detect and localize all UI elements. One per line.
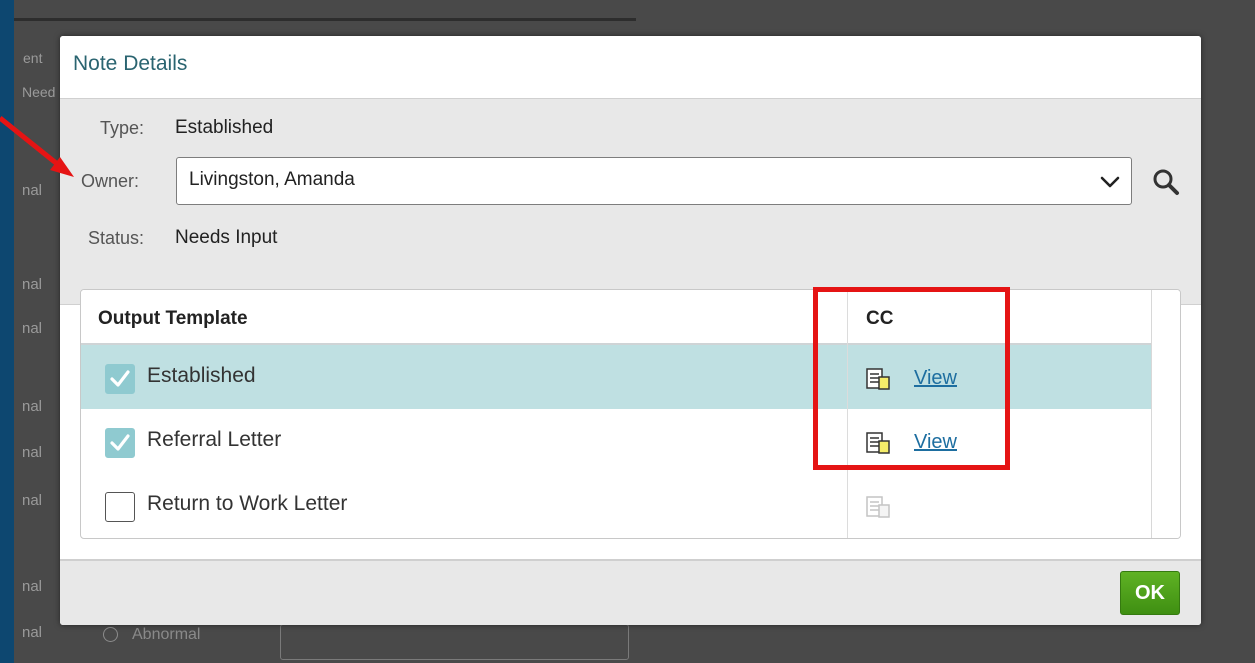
chevron-down-icon[interactable] xyxy=(1099,171,1121,193)
row-checkbox[interactable] xyxy=(105,492,135,522)
background-text: nal xyxy=(22,444,43,461)
background-divider xyxy=(14,18,636,21)
annotation-arrow-icon xyxy=(0,116,74,177)
background-text: nal xyxy=(22,320,43,337)
note-details-dialog: Note Details Type: Established Owner: Li… xyxy=(60,36,1201,625)
dialog-header: Note Details xyxy=(60,36,1201,99)
background-text: nal xyxy=(22,578,43,595)
status-value: Needs Input xyxy=(175,227,278,248)
row-checkbox[interactable] xyxy=(105,364,135,394)
ok-button[interactable]: OK xyxy=(1120,571,1180,615)
row-checkbox[interactable] xyxy=(105,428,135,458)
note-info-panel: Type: Established Owner: Livingston, Ama… xyxy=(60,99,1201,305)
background-text: nal xyxy=(22,624,43,641)
row-label: Referral Letter xyxy=(147,428,282,451)
background-input xyxy=(280,624,629,660)
row-label: Established xyxy=(147,364,256,387)
background-text: nal xyxy=(22,492,43,509)
grid-scrollbar[interactable] xyxy=(1151,290,1180,538)
background-text: nal xyxy=(22,398,43,415)
search-icon[interactable] xyxy=(1152,168,1180,196)
background-text: nal xyxy=(22,276,43,293)
type-value: Established xyxy=(175,117,274,138)
checkmark-icon xyxy=(110,434,130,451)
abnormal-radio-label: Abnormal xyxy=(132,626,201,643)
abnormal-radio xyxy=(103,627,118,642)
dialog-footer: OK xyxy=(60,559,1201,625)
checkmark-icon xyxy=(110,370,130,387)
annotation-highlight-box xyxy=(813,287,1010,470)
owner-dropdown[interactable]: Livingston, Amanda xyxy=(176,157,1132,205)
output-template-grid: Output Template CC Established View Refe… xyxy=(80,289,1181,539)
owner-selected-value: Livingston, Amanda xyxy=(189,169,355,190)
column-header-output-template[interactable]: Output Template xyxy=(98,308,248,330)
row-label: Return to Work Letter xyxy=(147,492,348,515)
type-label: Type: xyxy=(100,118,145,138)
status-label: Status: xyxy=(88,228,145,248)
table-row[interactable]: Return to Work Letter xyxy=(81,473,1151,537)
document-icon-disabled xyxy=(866,496,890,518)
